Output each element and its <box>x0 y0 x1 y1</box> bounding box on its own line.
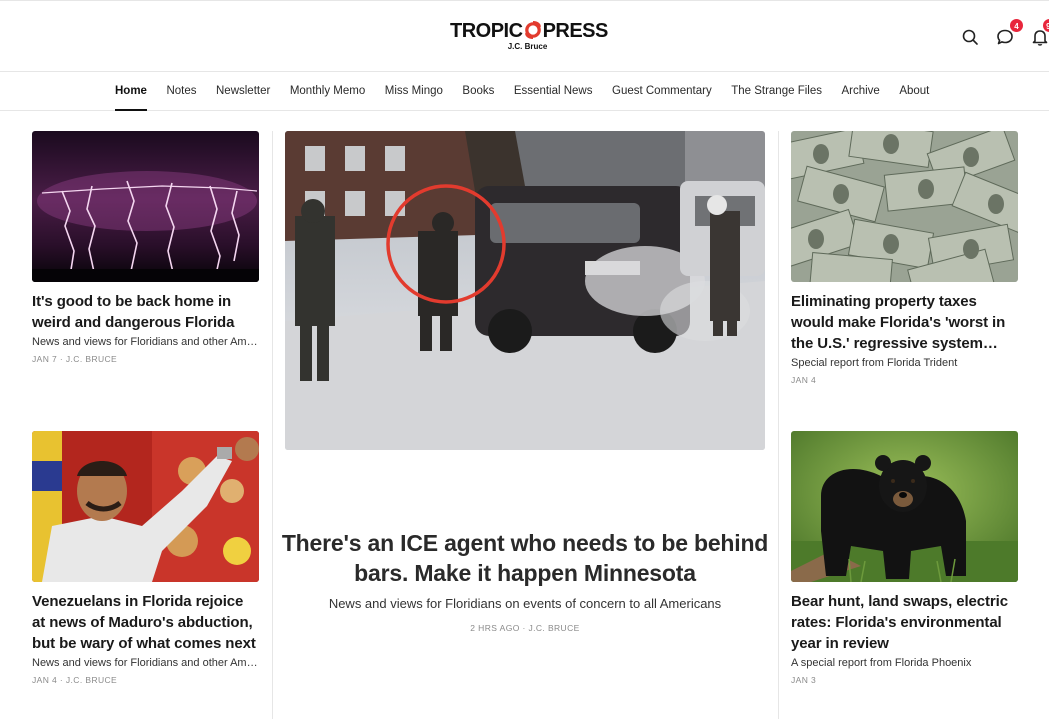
nav-item-books[interactable]: Books <box>462 72 494 111</box>
featured-post[interactable]: There's an ICE agent who needs to be beh… <box>282 131 768 633</box>
nav-item-about[interactable]: About <box>899 72 929 111</box>
logo-author: J.C. Bruce <box>507 42 548 51</box>
post-thumbnail[interactable] <box>32 431 259 582</box>
maduro-image <box>32 431 259 582</box>
post-card-lightning[interactable]: It's good to be back home in weird and d… <box>32 131 259 364</box>
featured-image[interactable] <box>285 131 765 450</box>
chat-button[interactable]: 4 <box>994 18 1024 48</box>
featured-post-title[interactable]: There's an ICE agent who needs to be beh… <box>275 528 775 588</box>
post-thumbnail[interactable] <box>791 131 1018 282</box>
post-title[interactable]: Bear hunt, land swaps, electric rates: F… <box>791 591 1018 654</box>
post-meta: JAN 7 · J.C. BRUCE <box>32 354 118 364</box>
post-card-bear-hunt[interactable]: Bear hunt, land swaps, electric rates: F… <box>791 431 1018 685</box>
hurricane-logo-icon <box>524 21 542 39</box>
nav-item-newsletter[interactable]: Newsletter <box>216 72 270 111</box>
post-card-maduro[interactable]: Venezuelans in Florida rejoice at news o… <box>32 431 259 685</box>
post-thumbnail[interactable] <box>32 131 259 282</box>
site-logo[interactable]: TROPIC PRESS J.C. Bruce <box>450 20 609 55</box>
nav-list: Home Notes Newsletter Monthly Memo Miss … <box>115 72 949 111</box>
logo-word-right: PRESS <box>542 20 609 42</box>
post-subtitle: News and views for Floridians and other … <box>32 336 259 348</box>
lightning-image <box>32 131 259 282</box>
post-meta: JAN 4 <box>791 375 817 385</box>
column-divider <box>778 131 779 719</box>
nav-item-miss-mingo[interactable]: Miss Mingo <box>385 72 443 111</box>
money-image <box>791 131 1018 282</box>
featured-post-subtitle: News and views for Floridians on events … <box>328 596 722 611</box>
post-title[interactable]: Venezuelans in Florida rejoice at news o… <box>32 591 259 654</box>
column-divider <box>272 131 273 719</box>
nav-item-strange-files[interactable]: The Strange Files <box>731 72 822 111</box>
search-button[interactable] <box>959 26 981 48</box>
logo-word-left: TROPIC <box>450 20 523 42</box>
nav-item-guest-commentary[interactable]: Guest Commentary <box>612 72 712 111</box>
nav-item-essential-news[interactable]: Essential News <box>514 72 593 111</box>
nav-item-archive[interactable]: Archive <box>841 72 879 111</box>
post-meta: JAN 3 <box>791 675 817 685</box>
ice-agent-image <box>285 131 765 450</box>
nav-item-home[interactable]: Home <box>115 72 147 111</box>
nav-item-monthly-memo[interactable]: Monthly Memo <box>290 72 365 111</box>
post-card-property-taxes[interactable]: Eliminating property taxes would make Fl… <box>791 131 1018 385</box>
post-thumbnail[interactable] <box>791 431 1018 582</box>
post-subtitle: A special report from Florida Phoenix <box>791 657 972 669</box>
search-icon <box>962 29 978 45</box>
post-subtitle: Special report from Florida Trident <box>791 357 958 369</box>
notifications-button[interactable]: 99 <box>1029 18 1049 48</box>
site-header: TROPIC PRESS J.C. Bruce 4 99 <box>0 0 1049 72</box>
post-subtitle: News and views for Floridians and other … <box>32 657 259 669</box>
post-title[interactable]: It's good to be back home in weird and d… <box>32 291 259 333</box>
black-bear-image <box>791 431 1018 582</box>
chat-badge: 4 <box>1009 18 1024 33</box>
nav-item-notes[interactable]: Notes <box>166 72 196 111</box>
post-meta: JAN 4 · J.C. BRUCE <box>32 675 118 685</box>
main-nav: Home Notes Newsletter Monthly Memo Miss … <box>0 72 1049 111</box>
post-title[interactable]: Eliminating property taxes would make Fl… <box>791 291 1018 354</box>
logo-wordmark: TROPIC PRESS <box>450 20 609 42</box>
featured-post-meta: 2 HRS AGO · J.C. BRUCE <box>470 623 580 633</box>
